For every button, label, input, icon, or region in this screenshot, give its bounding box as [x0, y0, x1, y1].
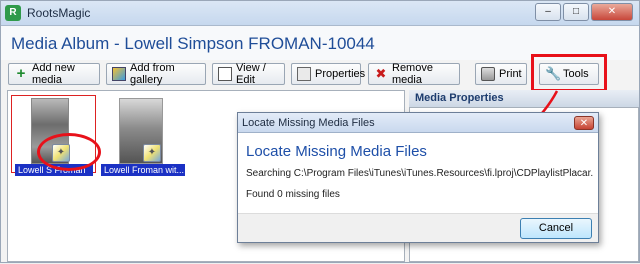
dialog-heading: Locate Missing Media Files — [246, 143, 427, 160]
cancel-button[interactable]: Cancel — [520, 218, 592, 239]
dialog-close-button[interactable]: ✕ — [574, 116, 594, 130]
locate-missing-media-dialog: Locate Missing Media Files ✕ Locate Miss… — [237, 112, 599, 243]
main-window: R RootsMagic – □ ✕ Media Album - Lowell … — [0, 0, 640, 263]
dialog-title-bar: Locate Missing Media Files ✕ — [238, 113, 598, 133]
found-count-text: Found 0 missing files — [246, 189, 340, 200]
search-status-text: Searching C:\Program Files\iTunes\iTunes… — [246, 168, 594, 179]
dialog-title: Locate Missing Media Files — [242, 117, 375, 129]
